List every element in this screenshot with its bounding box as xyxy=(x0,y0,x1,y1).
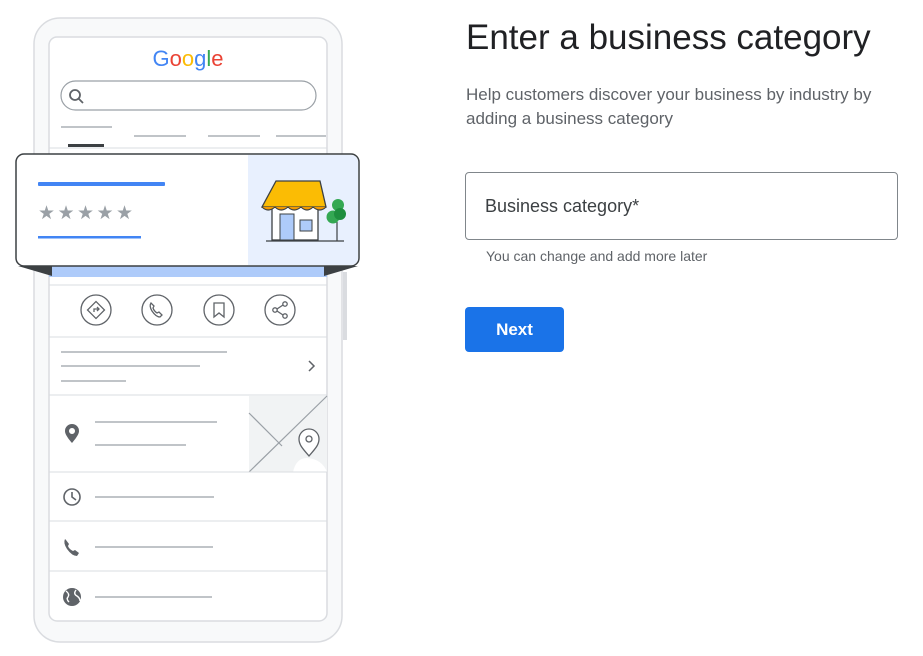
mock-scrollbar xyxy=(343,272,347,340)
mock-search-bar xyxy=(60,80,317,111)
star-icon: ★ xyxy=(58,202,75,224)
helper-text: You can change and add more later xyxy=(486,248,708,264)
star-icon: ★ xyxy=(38,202,55,224)
rating-stars: ★ ★ ★ ★ ★ xyxy=(38,202,133,224)
star-icon: ★ xyxy=(97,202,114,224)
business-profile-illustration: Google ★ ★ ★ ★ ★ xyxy=(15,17,360,643)
page-title: Enter a business category xyxy=(466,18,871,57)
globe-icon xyxy=(63,588,81,606)
next-button[interactable]: Next xyxy=(465,307,564,352)
star-icon: ★ xyxy=(77,202,94,224)
star-icon: ★ xyxy=(116,202,133,224)
business-category-field[interactable] xyxy=(465,172,898,240)
business-category-input[interactable] xyxy=(466,173,897,239)
phone-screen xyxy=(48,36,328,622)
page-description: Help customers discover your business by… xyxy=(466,85,872,128)
mini-map xyxy=(248,395,328,473)
google-logo: Google xyxy=(152,46,223,71)
